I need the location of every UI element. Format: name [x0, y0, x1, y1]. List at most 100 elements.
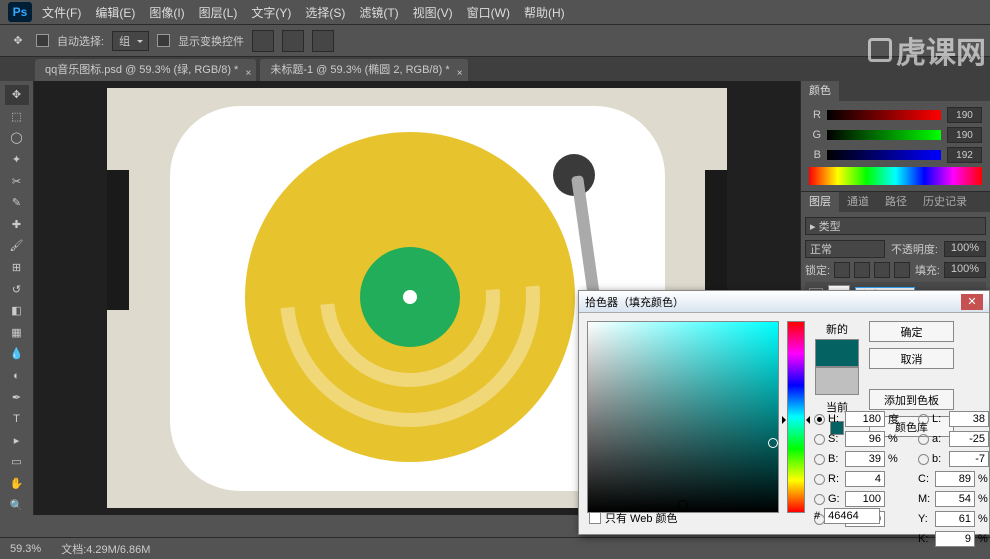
doc-info: 文档:4.29M/6.86M	[61, 541, 150, 557]
brush-tool[interactable]: 🖌	[5, 236, 29, 256]
lasso-tool[interactable]: ◯	[5, 128, 29, 148]
lock-position-icon[interactable]	[874, 262, 890, 278]
s-input[interactable]	[845, 431, 885, 447]
eraser-tool[interactable]: ◧	[5, 301, 29, 321]
r-input[interactable]	[947, 107, 982, 123]
shape-tool[interactable]: ▭	[5, 452, 29, 472]
layers-tab[interactable]: 图层	[801, 192, 839, 212]
hand-tool[interactable]: ✋	[5, 474, 29, 494]
heal-tool[interactable]: ✚	[5, 215, 29, 235]
show-transform-checkbox[interactable]	[157, 34, 170, 47]
menu-text[interactable]: 文字(Y)	[251, 4, 291, 21]
blur-tool[interactable]: 💧	[5, 344, 29, 364]
align-icon[interactable]	[252, 30, 274, 52]
dialog-close-button[interactable]: ✕	[961, 294, 983, 310]
blend-mode-select[interactable]: 正常	[805, 240, 885, 258]
g-input[interactable]	[947, 127, 982, 143]
stamp-tool[interactable]: ⊞	[5, 258, 29, 278]
lock-label: 锁定:	[805, 262, 830, 278]
menu-select[interactable]: 选择(S)	[305, 4, 345, 21]
align-icon[interactable]	[312, 30, 334, 52]
dialog-titlebar[interactable]: 拾色器（填充颜色） ✕	[579, 291, 989, 313]
menu-edit[interactable]: 编辑(E)	[95, 4, 135, 21]
pen-tool[interactable]: ✒	[5, 387, 29, 407]
lock-pixels-icon[interactable]	[854, 262, 870, 278]
history-brush-tool[interactable]: ↺	[5, 279, 29, 299]
lock-all-icon[interactable]	[894, 262, 910, 278]
layer-kind-filter[interactable]: ▸ 类型	[805, 217, 986, 235]
h-input[interactable]	[845, 411, 885, 427]
r-slider[interactable]	[827, 110, 941, 120]
menu-image[interactable]: 图像(I)	[149, 4, 184, 21]
c-input[interactable]	[935, 471, 975, 487]
move-tool[interactable]: ✥	[5, 85, 29, 105]
color-tab[interactable]: 颜色	[801, 81, 839, 101]
zoom-tool[interactable]: 🔍	[5, 495, 29, 515]
color-field[interactable]	[587, 321, 779, 513]
y-input[interactable]	[935, 511, 975, 527]
channels-tab[interactable]: 通道	[839, 192, 877, 212]
new-color-label: 新的	[826, 321, 848, 337]
options-bar: ✥ 自动选择: 组 显示变换控件	[0, 25, 990, 57]
artwork-bar	[705, 170, 727, 310]
menu-layer[interactable]: 图层(L)	[199, 4, 238, 21]
history-tab[interactable]: 历史记录	[915, 192, 975, 212]
l-radio[interactable]	[918, 414, 929, 425]
h-radio[interactable]	[814, 414, 825, 425]
hex-input[interactable]	[824, 508, 880, 524]
wand-tool[interactable]: ✦	[5, 150, 29, 170]
g-slider[interactable]	[827, 130, 941, 140]
b-input[interactable]	[947, 147, 982, 163]
paths-tab[interactable]: 路径	[877, 192, 915, 212]
gradient-tool[interactable]: ▦	[5, 323, 29, 343]
current-color-swatch[interactable]	[815, 367, 859, 395]
auto-select-label: 自动选择:	[57, 33, 104, 49]
marquee-tool[interactable]: ⬚	[5, 107, 29, 127]
lock-transparency-icon[interactable]	[834, 262, 850, 278]
menu-view[interactable]: 视图(V)	[413, 4, 453, 21]
y-label: Y:	[918, 513, 932, 525]
menu-filter[interactable]: 滤镜(T)	[359, 4, 398, 21]
menu-window[interactable]: 窗口(W)	[467, 4, 510, 21]
g-label: G:	[828, 493, 842, 505]
hue-slider[interactable]	[787, 321, 805, 513]
web-colors-checkbox[interactable]	[589, 512, 601, 524]
a-radio[interactable]	[918, 434, 929, 445]
k-input[interactable]	[935, 531, 975, 547]
crop-tool[interactable]: ✂	[5, 171, 29, 191]
a-input[interactable]	[949, 431, 989, 447]
b-label: B	[809, 149, 821, 161]
add-swatch-button[interactable]: 添加到色板	[869, 389, 954, 410]
g-input[interactable]	[845, 491, 885, 507]
spectrum-strip[interactable]	[809, 167, 982, 185]
ok-button[interactable]: 确定	[869, 321, 954, 342]
r-input[interactable]	[845, 471, 885, 487]
new-color-swatch	[815, 339, 859, 367]
document-tab[interactable]: 未标题-1 @ 59.3% (椭圆 2, RGB/8) *×	[260, 59, 467, 81]
cancel-button[interactable]: 取消	[869, 348, 954, 369]
b-label: b:	[932, 453, 946, 465]
l-input[interactable]	[949, 411, 989, 427]
opacity-input[interactable]: 100%	[944, 241, 986, 257]
m-input[interactable]	[935, 491, 975, 507]
zoom-readout[interactable]: 59.3%	[10, 543, 41, 555]
align-icon[interactable]	[282, 30, 304, 52]
fill-input[interactable]: 100%	[944, 262, 986, 278]
b-input[interactable]	[949, 451, 989, 467]
bv-input[interactable]	[845, 451, 885, 467]
type-tool[interactable]: T	[5, 409, 29, 429]
document-tab[interactable]: qq音乐图标.psd @ 59.3% (绿, RGB/8) *×	[35, 59, 256, 81]
bv-radio[interactable]	[814, 454, 825, 465]
auto-select-checkbox[interactable]	[36, 34, 49, 47]
eyedropper-tool[interactable]: ✎	[5, 193, 29, 213]
menu-help[interactable]: 帮助(H)	[524, 4, 565, 21]
g-radio[interactable]	[814, 494, 825, 505]
menu-file[interactable]: 文件(F)	[42, 4, 81, 21]
r-radio[interactable]	[814, 474, 825, 485]
s-radio[interactable]	[814, 434, 825, 445]
b-radio[interactable]	[918, 454, 929, 465]
b-slider[interactable]	[827, 150, 941, 160]
auto-select-dropdown[interactable]: 组	[112, 31, 149, 51]
dodge-tool[interactable]: ◐	[5, 366, 29, 386]
path-select-tool[interactable]: ▸	[5, 431, 29, 451]
